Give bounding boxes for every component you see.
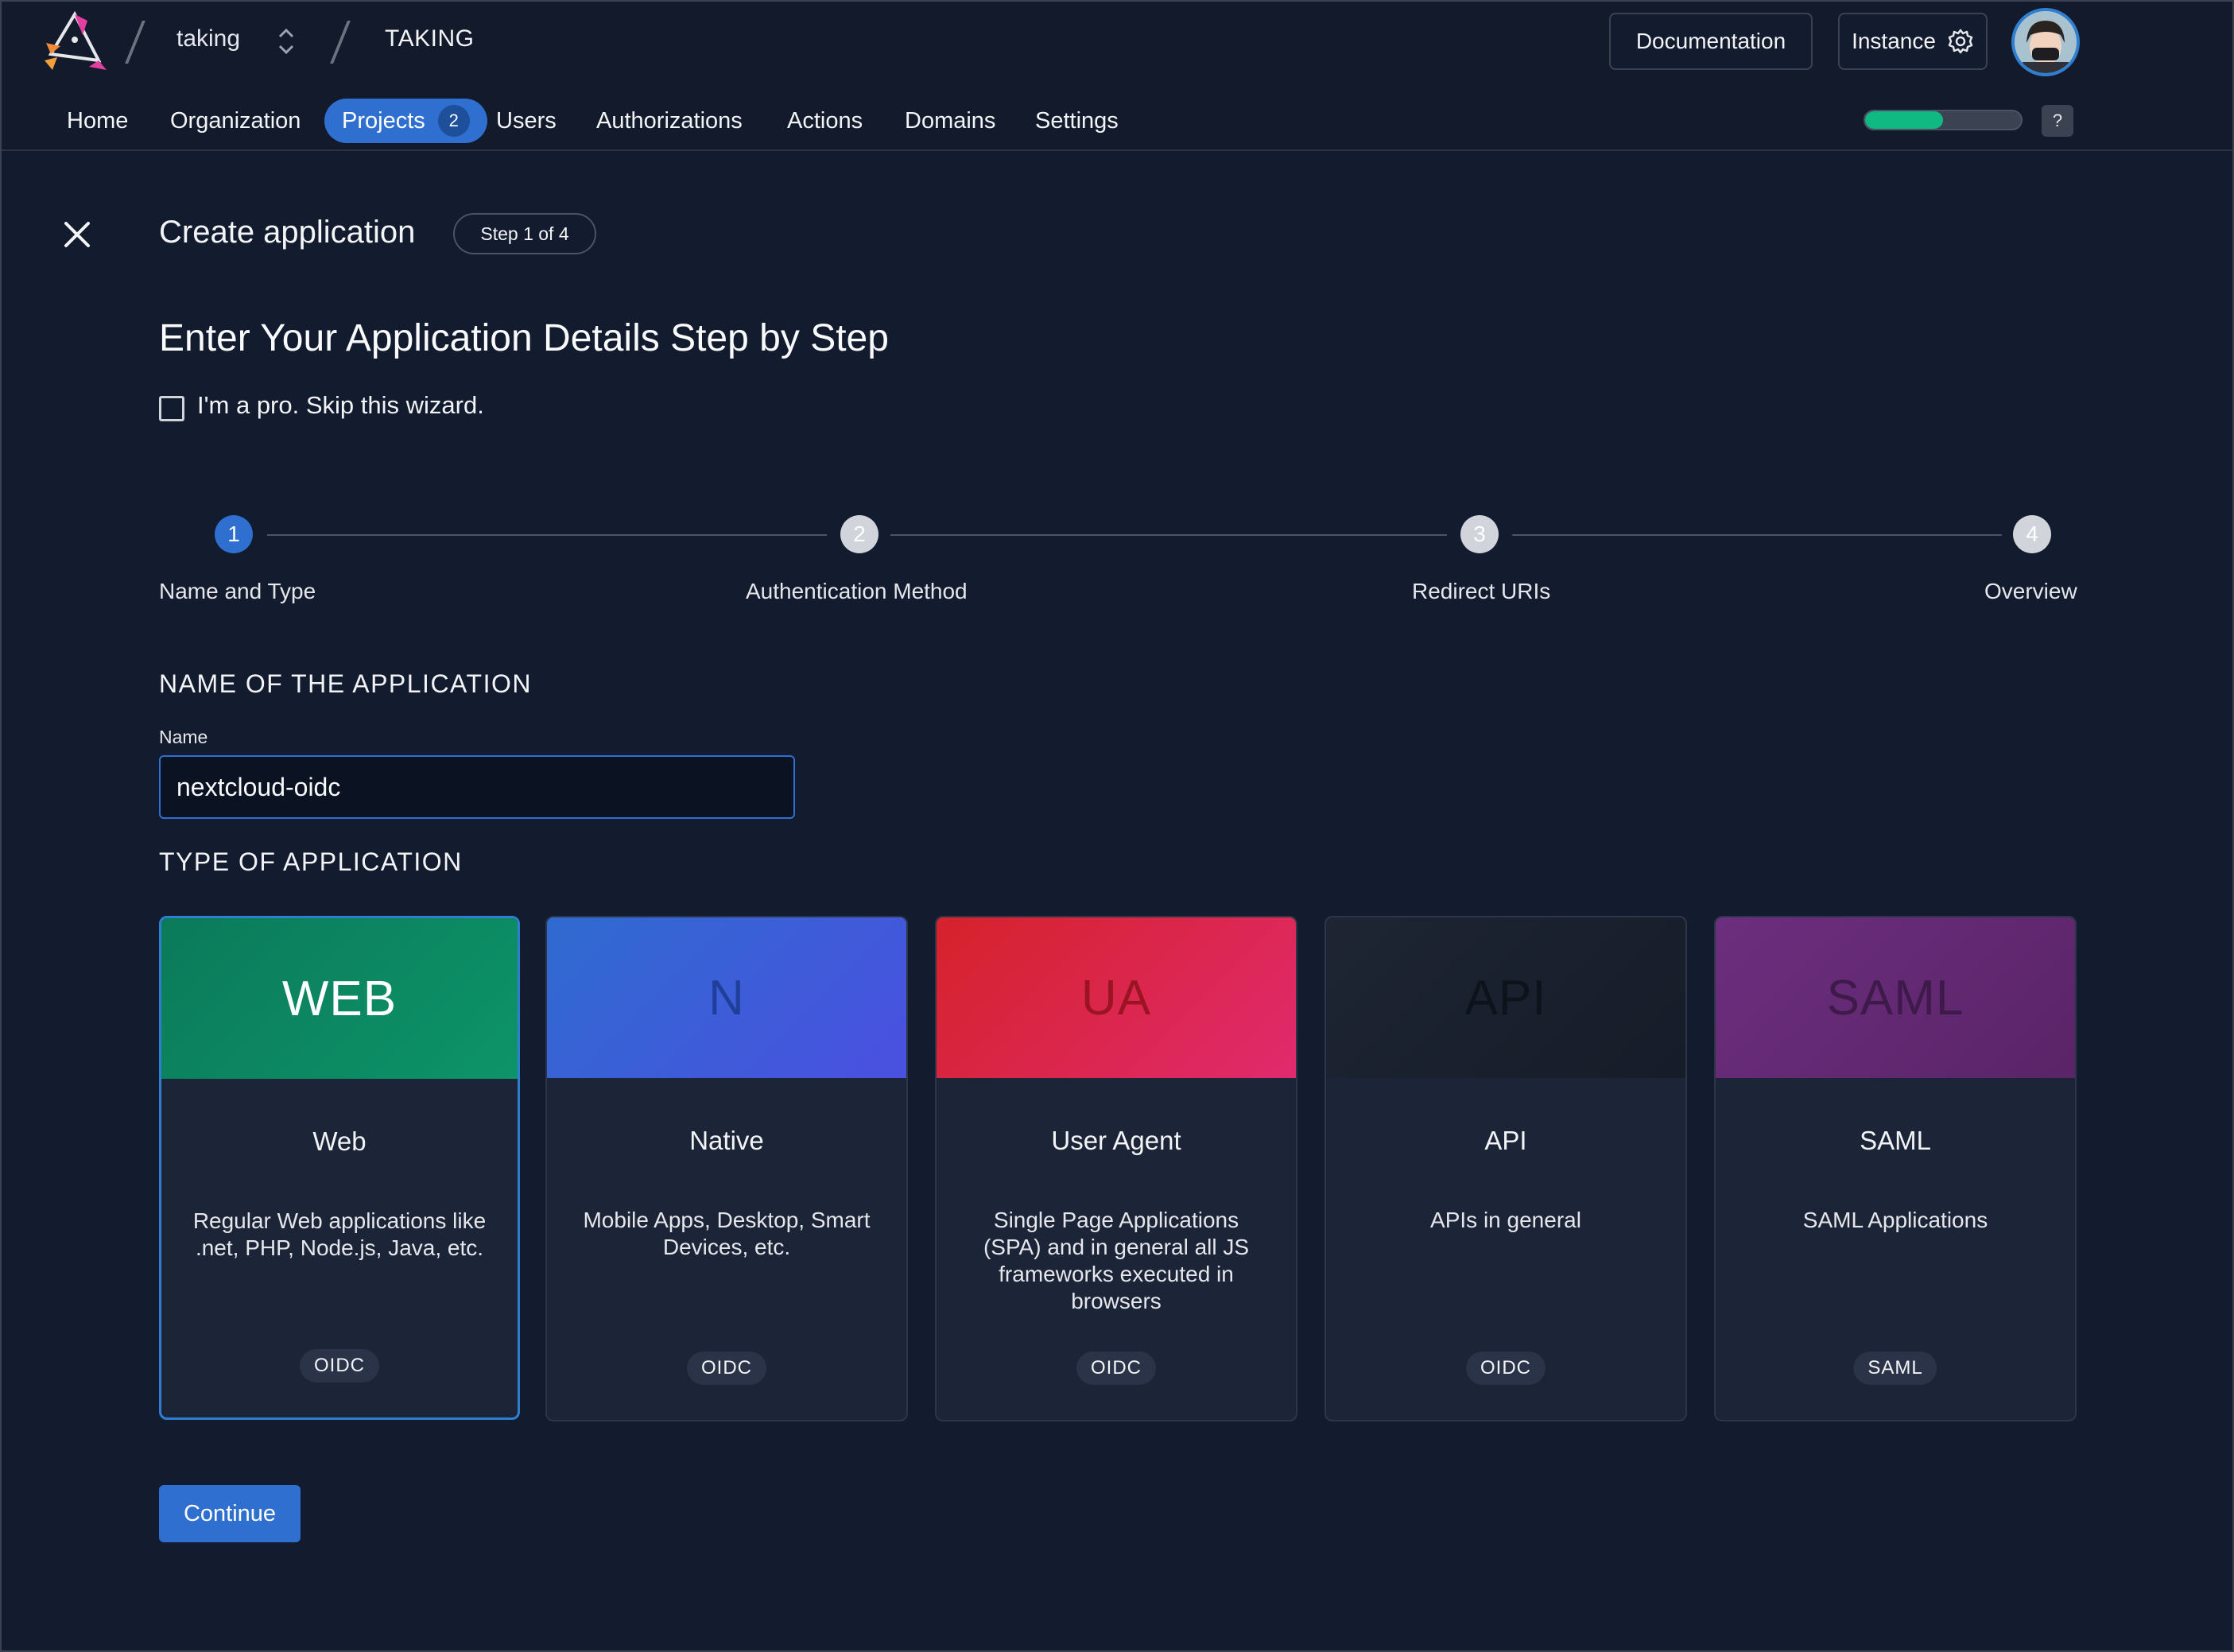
projects-count-badge: 2	[437, 105, 470, 137]
card-header-user-agent: UA	[937, 917, 1296, 1078]
card-title-native: Native	[689, 1126, 764, 1155]
breadcrumb-separator	[330, 21, 351, 64]
card-title-saml: SAML	[1860, 1126, 1931, 1155]
card-description-saml: SAML Applications	[1802, 1208, 1988, 1232]
step-1-indicator[interactable]: 1	[215, 515, 253, 553]
step-4-indicator[interactable]: 4	[2013, 515, 2051, 553]
close-icon[interactable]	[62, 219, 92, 250]
chevron-up-down-icon[interactable]	[275, 25, 297, 57]
card-description-api: APIs in general	[1430, 1208, 1581, 1232]
app-type-card-api[interactable]: API API APIs in general OIDC	[1324, 916, 1687, 1421]
nav-users[interactable]: Users	[496, 99, 557, 143]
card-protocol-tag-saml: SAML	[1853, 1351, 1937, 1385]
documentation-label: Documentation	[1635, 29, 1786, 53]
stepper-connector	[267, 534, 827, 536]
gear-icon	[1948, 29, 1973, 54]
card-header-web: WEB	[161, 918, 518, 1079]
nav-home[interactable]: Home	[67, 99, 128, 143]
app-type-card-web[interactable]: WEB Web Regular Web applications like .n…	[159, 916, 520, 1420]
help-button[interactable]: ?	[2042, 105, 2073, 137]
name-field-label: Name	[159, 727, 208, 747]
step-2-label: Authentication Method	[746, 579, 968, 603]
card-description-native: Mobile Apps, Desktop, Smart Devices, etc…	[583, 1208, 871, 1259]
nav-projects-label: Projects	[342, 108, 425, 134]
organization-name[interactable]: taking	[176, 25, 240, 52]
onboarding-progress-fill	[1865, 111, 1943, 129]
breadcrumb-separator	[125, 21, 145, 64]
instance-button[interactable]: Instance	[1838, 13, 1988, 70]
skip-wizard-label[interactable]: I'm a pro. Skip this wizard.	[197, 391, 484, 420]
step-3-label: Redirect URIs	[1412, 579, 1551, 603]
type-section-title: TYPE OF APPLICATION	[159, 847, 463, 876]
card-header-api: API	[1326, 917, 1685, 1078]
nav-projects[interactable]: Projects 2	[324, 99, 487, 143]
nav-settings[interactable]: Settings	[1035, 99, 1119, 143]
top-header: taking TAKING Documentation Instance Hom…	[2, 2, 2232, 151]
card-title-user-agent: User Agent	[1051, 1126, 1181, 1155]
stepper-connector	[890, 534, 1447, 536]
continue-button[interactable]: Continue	[159, 1485, 301, 1542]
application-name-input[interactable]	[159, 755, 795, 819]
skip-wizard-checkbox[interactable]	[159, 396, 184, 421]
nav-authorizations[interactable]: Authorizations	[596, 99, 743, 143]
step-4-label: Overview	[1984, 579, 2077, 603]
nav-actions[interactable]: Actions	[787, 99, 863, 143]
card-protocol-tag-native: OIDC	[687, 1351, 766, 1385]
app-type-card-user-agent[interactable]: UA User Agent Single Page Applications (…	[935, 916, 1297, 1421]
card-protocol-tag-api: OIDC	[1466, 1351, 1546, 1385]
name-section-title: NAME OF THE APPLICATION	[159, 669, 532, 698]
card-title-web: Web	[312, 1127, 367, 1156]
instance-label: Instance	[1852, 29, 1936, 53]
card-description-web: Regular Web applications like .net, PHP,…	[192, 1208, 487, 1260]
wizard-heading: Enter Your Application Details Step by S…	[159, 317, 889, 359]
user-avatar[interactable]	[2011, 8, 2080, 76]
step-1-label: Name and Type	[159, 579, 316, 603]
app-type-card-saml[interactable]: SAML SAML SAML Applications SAML	[1714, 916, 2077, 1421]
app-type-card-native[interactable]: N Native Mobile Apps, Desktop, Smart Dev…	[545, 916, 908, 1421]
app-window: taking TAKING Documentation Instance Hom…	[0, 0, 2234, 1652]
step-indicator-badge: Step 1 of 4	[453, 213, 596, 254]
onboarding-progress-bar[interactable]	[1864, 110, 2023, 130]
card-title-api: API	[1484, 1126, 1527, 1155]
nav-domains[interactable]: Domains	[905, 99, 995, 143]
instance-name[interactable]: TAKING	[385, 25, 474, 52]
page-title: Create application	[159, 215, 416, 250]
card-description-user-agent: Single Page Applications (SPA) and in ge…	[983, 1208, 1250, 1313]
card-protocol-tag-web: OIDC	[300, 1349, 379, 1382]
documentation-button[interactable]: Documentation	[1609, 13, 1813, 70]
card-header-native: N	[547, 917, 906, 1078]
step-3-indicator[interactable]: 3	[1460, 515, 1499, 553]
stepper-connector	[1512, 534, 2002, 536]
step-2-indicator[interactable]: 2	[840, 515, 878, 553]
zitadel-logo-icon[interactable]	[43, 11, 110, 73]
nav-organization[interactable]: Organization	[170, 99, 301, 143]
card-protocol-tag-user-agent: OIDC	[1076, 1351, 1156, 1385]
card-header-saml: SAML	[1716, 917, 2075, 1078]
